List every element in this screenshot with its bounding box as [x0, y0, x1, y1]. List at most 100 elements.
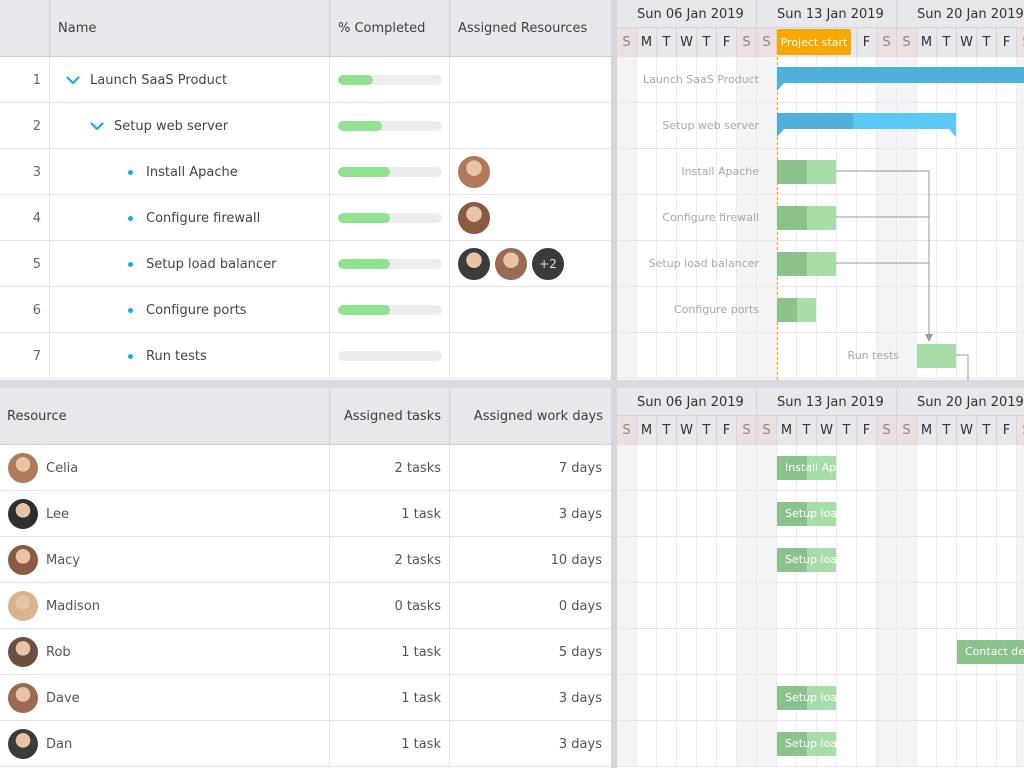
row-gridline	[617, 582, 1024, 583]
day-gridline	[916, 57, 917, 379]
resource-task-bar[interactable]: Setup loa	[777, 548, 836, 572]
task-resources-cell[interactable]	[450, 57, 611, 103]
chevron-down-icon[interactable]	[64, 75, 82, 85]
progress-bar-fill	[338, 213, 390, 223]
resource-row[interactable]: Rob 1 task 5 days	[0, 629, 611, 675]
task-resources-cell[interactable]	[450, 103, 611, 149]
resource-row[interactable]: Dave 1 task 3 days	[0, 675, 611, 721]
task-row[interactable]: 1 Launch SaaS Product	[0, 57, 611, 103]
bullet-icon	[128, 353, 133, 359]
task-row[interactable]: 6 Configure ports	[0, 287, 611, 333]
col-header-assigned-resources[interactable]: Assigned Resources	[450, 0, 611, 57]
resource-task-bar-label: Setup loa	[785, 507, 836, 520]
task-bar-progress	[777, 252, 807, 276]
task-resources-cell[interactable]	[450, 333, 611, 379]
task-bar[interactable]	[777, 206, 836, 230]
resource-task-bar[interactable]: Contact de	[957, 640, 1024, 664]
resource-timeline: Sun 06 Jan 2019 Sun 13 Jan 2019 Sun 20 Jan…	[617, 388, 1024, 768]
task-name-cell[interactable]: Run tests	[50, 333, 330, 379]
timeline-day-header: M	[637, 28, 657, 57]
bullet-icon	[128, 261, 133, 267]
resource-row[interactable]: Lee 1 task 3 days	[0, 491, 611, 537]
task-row[interactable]: 2 Setup web server	[0, 103, 611, 149]
task-bar[interactable]	[917, 344, 956, 368]
timeline-day-header: M	[917, 28, 937, 57]
resource-name-cell[interactable]: Madison	[0, 583, 330, 629]
col-header-name[interactable]: Name	[50, 0, 330, 57]
task-name-cell[interactable]: Setup load balancer	[50, 241, 330, 287]
task-bar[interactable]	[777, 252, 836, 276]
resource-work-days: 0 days	[558, 598, 602, 614]
resource-row[interactable]: Dan 1 task 3 days	[0, 721, 611, 767]
milestone-badge[interactable]: Project start	[777, 29, 851, 55]
resource-name-cell[interactable]: Macy	[0, 537, 330, 583]
timeline-day-header: S	[617, 28, 637, 57]
task-name: Configure firewall	[146, 210, 261, 226]
resource-assigned-tasks: 1 task	[330, 721, 450, 767]
resource-name-cell[interactable]: Lee	[0, 491, 330, 537]
avatar	[8, 637, 38, 667]
avatar	[8, 499, 38, 529]
resource-task-bar[interactable]: Install Ap	[777, 456, 836, 480]
summary-bar[interactable]	[777, 113, 956, 129]
resource-task-bar[interactable]: Setup loa	[777, 686, 836, 710]
task-row-number: 4	[0, 195, 50, 241]
timeline-day-header: S	[877, 28, 897, 57]
task-resources-cell[interactable]: +2	[450, 241, 611, 287]
weekend-shade	[617, 57, 637, 379]
timeline-day-header: T	[977, 28, 997, 57]
col-header-number[interactable]	[0, 0, 50, 57]
task-bar[interactable]	[777, 160, 836, 184]
summary-bar[interactable]	[777, 67, 1024, 83]
avatar-overflow-badge[interactable]: +2	[531, 247, 565, 281]
col-header-assigned-work-days[interactable]: Assigned work days	[450, 388, 611, 445]
day-gridline	[936, 445, 937, 767]
task-name-cell[interactable]: Install Apache	[50, 149, 330, 195]
timeline-day-header: M	[777, 416, 797, 445]
avatar[interactable]	[494, 247, 528, 281]
resource-name-cell[interactable]: Dave	[0, 675, 330, 721]
resource-work-days: 10 days	[550, 552, 602, 568]
day-gridline	[996, 445, 997, 767]
row-gridline	[617, 194, 1024, 195]
panel-divider[interactable]	[0, 380, 1024, 388]
task-resources-cell[interactable]	[450, 149, 611, 195]
timeline-week-header: Sun 06 Jan 2019	[617, 388, 757, 416]
task-progress-cell	[330, 103, 450, 149]
resource-name-cell[interactable]: Celia	[0, 445, 330, 491]
resource-row[interactable]: Madison 0 tasks 0 days	[0, 583, 611, 629]
resource-task-bar[interactable]: Setup loa	[777, 502, 836, 526]
col-header-resource[interactable]: Resource	[0, 388, 330, 445]
resource-assigned-tasks: 2 tasks	[330, 445, 450, 491]
day-gridline	[996, 57, 997, 379]
task-resources-cell[interactable]	[450, 195, 611, 241]
row-gridline	[617, 490, 1024, 491]
avatar[interactable]	[457, 247, 491, 281]
col-header-percent-completed[interactable]: % Completed	[330, 0, 450, 57]
resource-row[interactable]: Macy 2 tasks 10 days	[0, 537, 611, 583]
resource-row[interactable]: Celia 2 tasks 7 days	[0, 445, 611, 491]
resource-assigned-tasks: 0 tasks	[330, 583, 450, 629]
task-name-cell[interactable]: Configure firewall	[50, 195, 330, 241]
avatar[interactable]	[457, 201, 491, 235]
avatar[interactable]	[457, 155, 491, 189]
summary-bar-left-tip	[777, 129, 784, 137]
task-bar[interactable]	[777, 298, 816, 322]
col-header-assigned-tasks[interactable]: Assigned tasks	[330, 388, 450, 445]
task-name: Run tests	[146, 348, 207, 364]
task-name-cell[interactable]: Configure ports	[50, 287, 330, 333]
task-row[interactable]: 3 Install Apache	[0, 149, 611, 195]
task-row[interactable]: 5 Setup load balancer +2	[0, 241, 611, 287]
task-row[interactable]: 7 Run tests	[0, 333, 611, 379]
task-row[interactable]: 4 Configure firewall	[0, 195, 611, 241]
task-resources-cell[interactable]	[450, 287, 611, 333]
resource-name-cell[interactable]: Dan	[0, 721, 330, 767]
resource-task-bar[interactable]: Setup loa	[777, 732, 836, 756]
task-name-cell[interactable]: Setup web server	[50, 103, 330, 149]
timeline-day-header: T	[697, 416, 717, 445]
task-name-cell[interactable]: Launch SaaS Product	[50, 57, 330, 103]
resource-name-cell[interactable]: Rob	[0, 629, 330, 675]
chevron-down-icon[interactable]	[88, 121, 106, 131]
progress-bar	[338, 305, 442, 315]
resource-work-days: 5 days	[558, 644, 602, 660]
